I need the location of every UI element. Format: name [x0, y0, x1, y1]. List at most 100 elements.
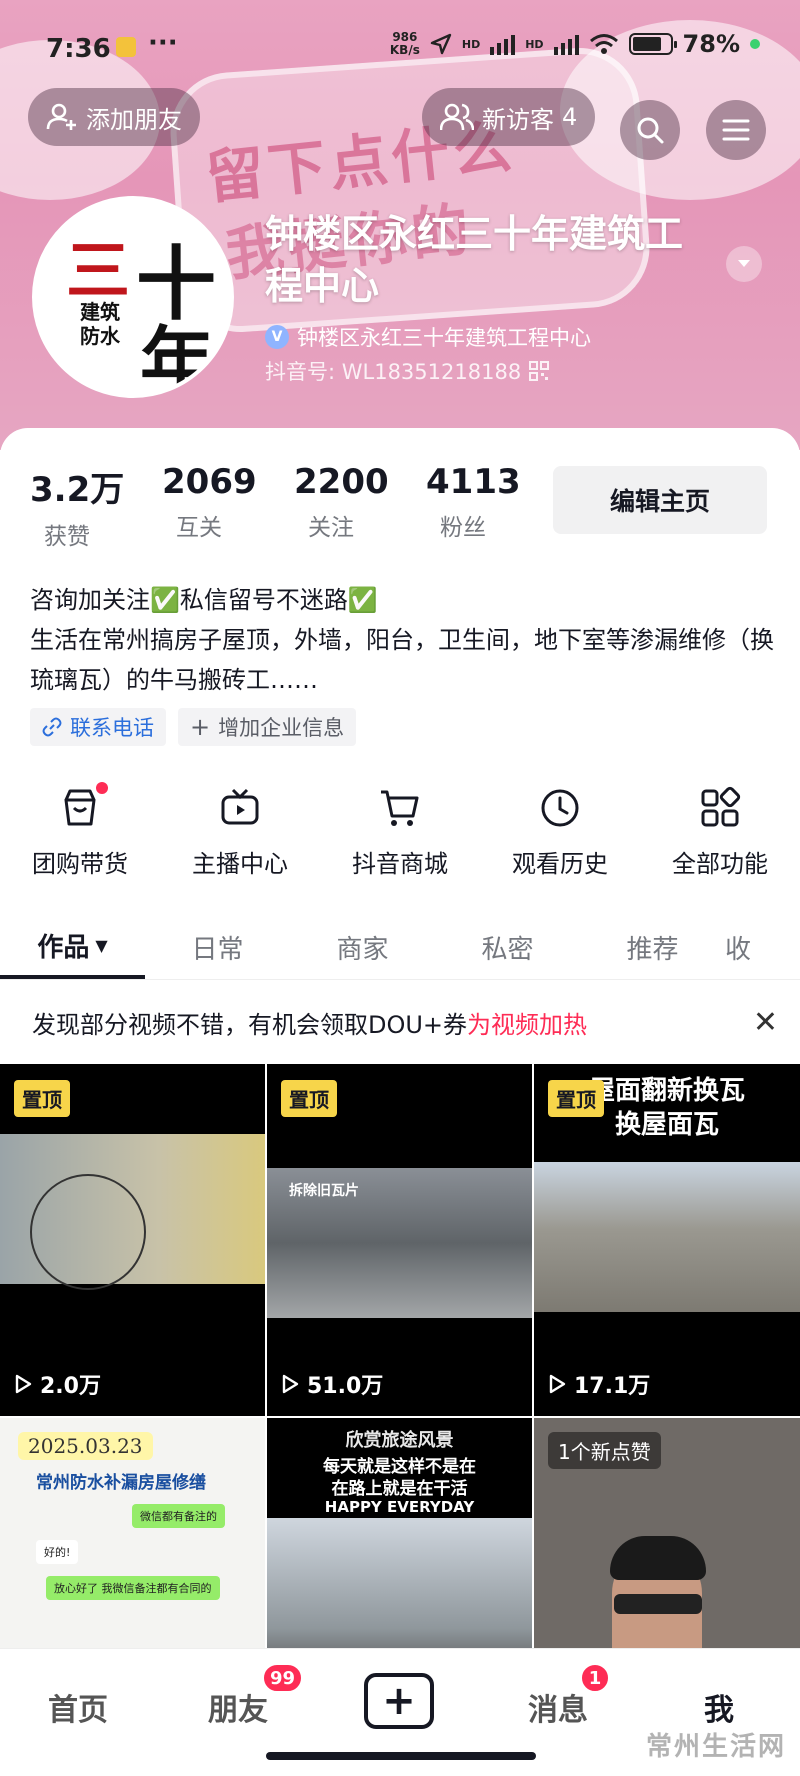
status-indicators: 986 KB/s HD HD 78% [390, 30, 760, 58]
tab-label: 作品 [37, 933, 90, 963]
battery-icon [628, 33, 677, 55]
more-notifications-icon: ··· [148, 28, 178, 58]
link-icon [42, 717, 62, 737]
feature-watch-history[interactable]: 观看历史 [480, 786, 640, 879]
add-friend-button[interactable]: 添加朋友 [28, 88, 200, 146]
video-thumbnail[interactable]: 2025.03.23 常州防水补漏房屋修缮 微信都有备注的 好的! 放心好了 我… [0, 1418, 265, 1676]
visitors-icon [440, 103, 474, 131]
video-overlay-title: 欣赏旅途风景 [345, 1430, 454, 1451]
hamburger-menu-icon [722, 119, 750, 141]
profile-bio: 咨询加关注✅私信留号不迷路✅ 生活在常州搞房子屋顶，外墙，阳台，卫生间，地下室等… [30, 580, 780, 700]
stat-likes[interactable]: 3.2万 获赞 [30, 462, 162, 551]
nav-messages[interactable]: 消息 [528, 1685, 588, 1729]
create-post-button[interactable]: + [364, 1673, 434, 1729]
play-icon [282, 1374, 299, 1394]
close-icon[interactable]: ✕ [753, 1005, 778, 1040]
search-icon [637, 117, 664, 144]
menu-button[interactable] [706, 100, 766, 160]
video-thumbnail[interactable]: 拆除旧瓦片 置顶 51.0万 [267, 1064, 532, 1416]
video-date: 2025.03.23 [18, 1432, 153, 1460]
bio-line: 咨询加关注✅私信留号不迷路✅ [30, 586, 378, 614]
verified-badge-icon: V [265, 325, 289, 349]
stat-label: 互关 [176, 515, 222, 541]
play-icon [549, 1374, 566, 1394]
video-thumbnail[interactable]: 置顶 2.0万 [0, 1064, 265, 1416]
stat-mutual[interactable]: 2069 互关 [162, 462, 294, 551]
tab-label: 私密 [481, 935, 534, 965]
view-count: 2.0万 [12, 1368, 101, 1400]
tab-collections[interactable]: 收 [725, 916, 800, 979]
stat-followers[interactable]: 4113 粉丝 [426, 462, 558, 551]
expand-profile-button[interactable] [726, 246, 762, 282]
verified-enterprise: V 钟楼区永红三十年建筑工程中心 [265, 322, 591, 352]
chat-bubble: 微信都有备注的 [132, 1504, 225, 1528]
battery-level [632, 37, 661, 51]
tab-works[interactable]: 作品 ▼ [0, 916, 145, 979]
feature-all-functions[interactable]: 全部功能 [640, 786, 800, 879]
douyin-id[interactable]: 抖音号: WL18351218188 [265, 356, 550, 386]
dou-plus-promo[interactable]: 发现部分视频不错，有机会领取DOU+券 为视频加热 ✕ [0, 990, 800, 1054]
stat-label: 粉丝 [440, 515, 486, 541]
video-thumbnail[interactable]: 欣赏旅途风景 每天就是这样不是在 在路上就是在干活 HAPPY EVERYDAY [267, 1418, 532, 1676]
search-button[interactable] [620, 100, 680, 160]
new-visitors-button[interactable]: 新访客 4 [422, 88, 596, 146]
add-business-info-tag[interactable]: + 增加企业信息 [178, 708, 357, 746]
view-count: 51.0万 [279, 1368, 383, 1400]
stat-value: 2200 [294, 462, 389, 502]
video-overlay-title: HAPPY EVERYDAY [324, 1498, 475, 1516]
edit-profile-button[interactable]: 编辑主页 [553, 466, 767, 534]
nav-friends[interactable]: 朋友 [208, 1685, 268, 1729]
tab-label: 日常 [191, 935, 244, 965]
pinned-badge: 置顶 [548, 1080, 604, 1117]
verified-name: 钟楼区永红三十年建筑工程中心 [297, 326, 591, 350]
tv-icon [221, 788, 259, 825]
network-speed-unit: KB/s [389, 43, 420, 57]
feature-label: 团购带货 [32, 850, 128, 878]
profile-tags: 联系电话 + 增加企业信息 [30, 708, 357, 746]
profile-stats: 3.2万 获赞 2069 互关 2200 关注 4113 粉丝 [30, 462, 558, 551]
grid-apps-icon [701, 786, 741, 827]
tab-daily[interactable]: 日常 [145, 916, 290, 979]
avatar-logo-small-text: 防水 [80, 324, 120, 348]
chat-bubble: 放心好了 我微信备注都有合同的 [46, 1576, 220, 1600]
contact-phone-tag[interactable]: 联系电话 [30, 708, 166, 746]
video-image-circle [30, 1174, 146, 1290]
stat-label: 关注 [308, 515, 354, 541]
feature-label: 抖音商城 [352, 850, 448, 878]
caret-down-icon: ▼ [95, 936, 108, 955]
view-count-text: 17.1万 [574, 1374, 651, 1399]
contact-phone-label: 联系电话 [70, 716, 154, 740]
feature-group-buy[interactable]: 团购带货 [0, 782, 160, 879]
friends-badge: 99 [262, 1663, 304, 1693]
promo-text: 发现部分视频不错，有机会领取DOU+券 [32, 1010, 468, 1039]
profile-name: 钟楼区永红三十年建筑工程中心 [265, 212, 684, 308]
new-visitors-count: 4 [562, 103, 578, 131]
tab-merchant[interactable]: 商家 [290, 916, 435, 979]
cart-icon [381, 790, 419, 826]
view-count-text: 51.0万 [307, 1374, 384, 1399]
feature-new-dot [96, 782, 108, 794]
tab-private[interactable]: 私密 [435, 916, 580, 979]
feature-streamer-center[interactable]: 主播中心 [160, 786, 320, 879]
video-caption: 拆除旧瓦片 [289, 1183, 359, 1199]
pinned-badge: 置顶 [281, 1080, 337, 1117]
stat-following[interactable]: 2200 关注 [294, 462, 426, 551]
avatar-logo-text: 年 [140, 319, 214, 398]
chat-bubble: 好的! [36, 1540, 79, 1564]
nav-home[interactable]: 首页 [48, 1685, 108, 1729]
video-thumbnail[interactable]: 1个新点赞 [534, 1418, 800, 1676]
chevron-down-icon [738, 260, 750, 267]
promo-highlight: 为视频加热 [467, 1010, 588, 1039]
sunglasses-icon [614, 1594, 702, 1614]
feature-label: 全部功能 [672, 850, 768, 878]
douyin-id-text: 抖音号: WL18351218188 [265, 360, 522, 384]
content-tabs: 作品 ▼ 日常 商家 私密 推荐 收 [0, 916, 800, 980]
tab-recommend[interactable]: 推荐 [580, 916, 725, 979]
feature-label: 观看历史 [512, 850, 608, 878]
wifi-icon [589, 34, 618, 54]
avatar[interactable]: 三 十 年 建筑 防水 [32, 196, 234, 398]
feature-douyin-mall[interactable]: 抖音商城 [320, 786, 480, 879]
nav-me[interactable]: 我 [704, 1685, 734, 1729]
stat-value: 2069 [162, 462, 257, 502]
video-thumbnail[interactable]: 屋面翻新换瓦 换屋面瓦 置顶 17.1万 [534, 1064, 800, 1416]
